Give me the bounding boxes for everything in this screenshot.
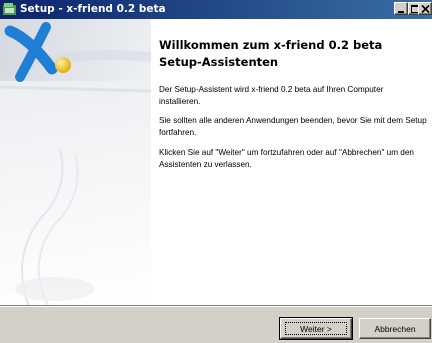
minimize-icon: [398, 11, 404, 13]
next-button-label: Weiter >: [300, 323, 332, 334]
close-icon: [421, 4, 430, 14]
next-button[interactable]: Weiter >: [279, 317, 353, 340]
close-apps-text: Sie sollten alle anderen Anwendungen bee…: [159, 116, 427, 137]
cancel-button[interactable]: Abbrechen: [359, 318, 431, 339]
cancel-button-label: Abbrechen: [374, 323, 416, 334]
intro-text: Der Setup-Assistent wird x-friend 0.2 be…: [159, 85, 384, 106]
button-bar: Weiter > Abbrechen: [0, 305, 432, 343]
title-bar[interactable]: Setup - x-friend 0.2 beta: [0, 0, 432, 19]
instructions-text: Klicken Sie auf "Weiter" um fortzufahren…: [159, 148, 414, 169]
wizard-content: Willkommen zum x-friend 0.2 beta Setup-A…: [151, 19, 432, 305]
minimize-button[interactable]: [394, 2, 408, 15]
wizard-side-image: [0, 19, 151, 305]
window-title: Setup - x-friend 0.2 beta: [20, 3, 166, 15]
close-button[interactable]: [418, 2, 432, 15]
page-title: Willkommen zum x-friend 0.2 beta Setup-A…: [159, 38, 383, 69]
setup-app-icon: [2, 2, 18, 17]
